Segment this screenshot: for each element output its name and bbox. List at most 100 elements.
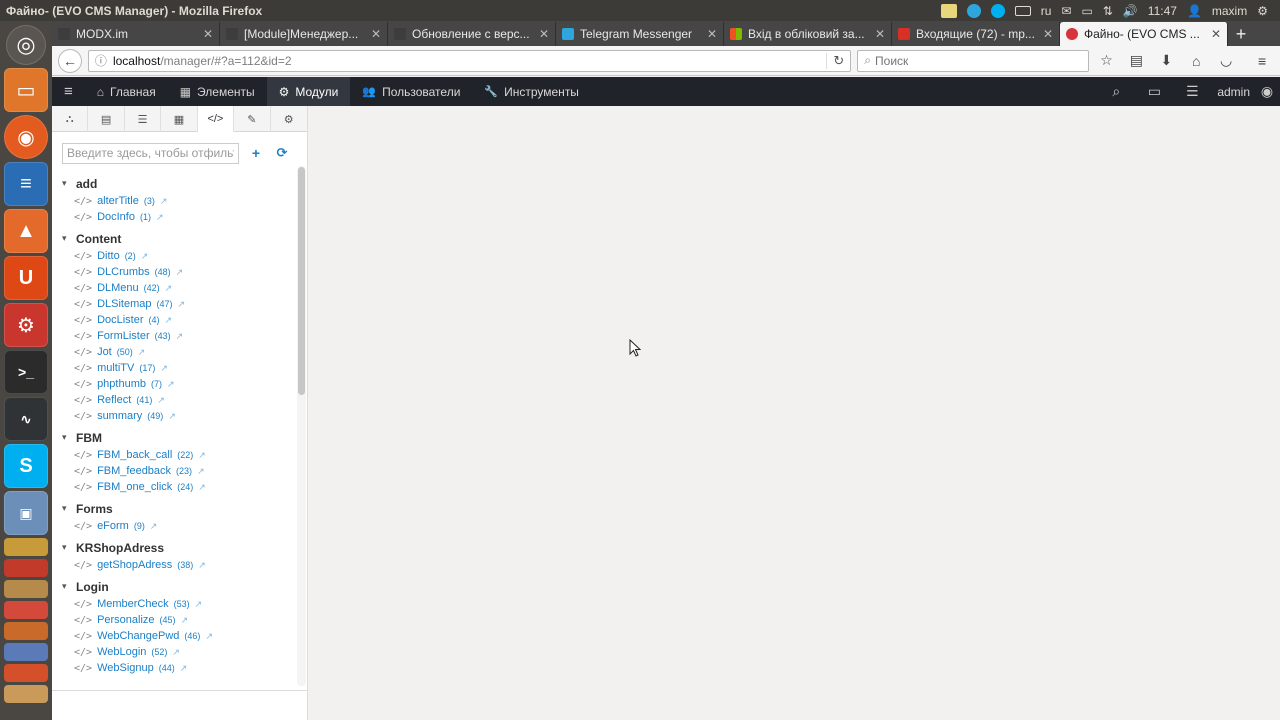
clock[interactable]: 11:47	[1148, 4, 1177, 18]
info-icon[interactable]: ⓘ	[95, 52, 107, 69]
snippet-name[interactable]: alterTitle	[97, 195, 139, 207]
tab-sitemap[interactable]: ⛬	[52, 106, 89, 132]
snippet-name[interactable]: DLCrumbs	[97, 266, 150, 278]
user-name[interactable]: maxim	[1212, 4, 1247, 18]
skype-tray-icon[interactable]	[990, 3, 1005, 18]
external-link-icon[interactable]: ↗	[157, 395, 165, 406]
external-link-icon[interactable]: ↗	[198, 450, 206, 461]
external-link-icon[interactable]: ↗	[150, 521, 158, 532]
external-link-icon[interactable]: ↗	[165, 315, 173, 326]
nav-home[interactable]: ⌂ Главная	[85, 77, 168, 106]
snippet-item[interactable]: </> eForm (9) ↗	[52, 518, 296, 534]
snippet-item[interactable]: </> DLCrumbs (48) ↗	[52, 264, 296, 280]
stacked-app-icon[interactable]	[4, 685, 48, 703]
nav-users[interactable]: 👥 Пользователи	[350, 77, 472, 106]
category-header[interactable]: ▾ FBM	[52, 428, 296, 447]
stacked-app-icon[interactable]	[4, 601, 48, 619]
external-link-icon[interactable]: ↗	[195, 599, 203, 610]
remote-desktop-icon[interactable]: ▣	[4, 491, 48, 535]
close-icon[interactable]: ✕	[371, 27, 381, 41]
system-monitor-icon[interactable]: ∿	[4, 397, 48, 441]
snippet-name[interactable]: Jot	[97, 346, 112, 358]
skype-icon[interactable]: S	[4, 444, 48, 488]
snippet-name[interactable]: FormLister	[97, 330, 150, 342]
close-icon[interactable]: ✕	[203, 27, 213, 41]
tree-scrollbar-thumb[interactable]	[298, 167, 305, 395]
snippet-name[interactable]: WebLogin	[97, 646, 146, 658]
search-bar[interactable]: ⌕	[857, 49, 1089, 72]
network-icon[interactable]: ⇅	[1103, 4, 1113, 18]
stacked-app-icon[interactable]	[4, 622, 48, 640]
snippet-item[interactable]: </> Ditto (2) ↗	[52, 248, 296, 264]
snippet-name[interactable]: eForm	[97, 520, 129, 532]
tab-templates[interactable]: ▤	[88, 106, 125, 132]
snippet-item[interactable]: </> WebLogin (52) ↗	[52, 644, 296, 660]
browser-tab[interactable]: Обновление с верс... ✕	[388, 22, 556, 46]
external-link-icon[interactable]: ↗	[176, 331, 184, 342]
snippet-item[interactable]: </> WebSignup (44) ↗	[52, 660, 296, 676]
external-link-icon[interactable]: ↗	[178, 299, 186, 310]
files-icon[interactable]: ▭	[4, 68, 48, 112]
snippet-name[interactable]: DLSitemap	[97, 298, 151, 310]
tab-snippets[interactable]: </>	[197, 106, 235, 132]
user-icon[interactable]: 👤	[1187, 4, 1202, 18]
snippet-item[interactable]: </> Jot (50) ↗	[52, 344, 296, 360]
download-icon[interactable]: ⬇	[1154, 50, 1178, 72]
keyboard-layout[interactable]: ru	[1041, 4, 1052, 18]
external-link-icon[interactable]: ↗	[180, 663, 188, 674]
snippet-name[interactable]: Ditto	[97, 250, 120, 262]
external-link-icon[interactable]: ↗	[138, 347, 146, 358]
snippet-name[interactable]: DLMenu	[97, 282, 139, 294]
snippet-name[interactable]: multiTV	[97, 362, 134, 374]
external-link-icon[interactable]: ↗	[168, 411, 176, 422]
terminal-icon[interactable]: >_	[4, 350, 48, 394]
mail-icon[interactable]	[940, 3, 957, 18]
battery-icon[interactable]: ▭	[1081, 4, 1092, 18]
browser-tab[interactable]: [Module]Менеджер... ✕	[220, 22, 388, 46]
snippet-item[interactable]: </> summary (49) ↗	[52, 408, 296, 424]
category-header[interactable]: ▾ KRShopAdress	[52, 538, 296, 557]
user-avatar-icon[interactable]: ◉	[1254, 83, 1280, 100]
snippet-item[interactable]: </> FormLister (43) ↗	[52, 328, 296, 344]
tab-tvs[interactable]: ☰	[125, 106, 162, 132]
close-icon[interactable]: ✕	[1211, 27, 1221, 41]
external-link-icon[interactable]: ↗	[172, 647, 180, 658]
desktop-icon[interactable]: ▭	[1135, 83, 1173, 100]
external-link-icon[interactable]: ↗	[156, 212, 164, 223]
external-link-icon[interactable]: ↗	[141, 251, 149, 262]
category-header[interactable]: ▾ add	[52, 174, 296, 193]
stacked-app-icon[interactable]	[4, 580, 48, 598]
nav-modules[interactable]: ⚙ Модули	[266, 77, 351, 106]
snippet-item[interactable]: </> FBM_feedback (23) ↗	[52, 463, 296, 479]
snippet-name[interactable]: Reflect	[97, 394, 131, 406]
external-link-icon[interactable]: ↗	[160, 196, 168, 207]
close-icon[interactable]: ✕	[707, 27, 717, 41]
bookmark-star-icon[interactable]: ☆	[1095, 50, 1119, 72]
add-snippet-button[interactable]: +	[247, 144, 265, 162]
stacked-app-icon[interactable]	[4, 664, 48, 682]
writer-icon[interactable]: ≡	[4, 162, 48, 206]
sliders-icon[interactable]: ☰	[1173, 83, 1211, 100]
tab-modules[interactable]: ⚙	[271, 106, 307, 132]
snippet-item[interactable]: </> Reflect (41) ↗	[52, 392, 296, 408]
reload-icon[interactable]: ↻	[826, 52, 844, 69]
tab-plugins[interactable]: ✎	[234, 106, 271, 132]
browser-tab[interactable]: Вхід в обліковий за... ✕	[724, 22, 892, 46]
close-icon[interactable]: ✕	[875, 27, 885, 41]
browser-tab[interactable]: Telegram Messenger ✕	[556, 22, 724, 46]
snippet-item[interactable]: </> Personalize (45) ↗	[52, 612, 296, 628]
reading-list-icon[interactable]: ▤	[1124, 50, 1148, 72]
search-icon[interactable]: ⌕	[1097, 83, 1135, 100]
telegram-icon[interactable]	[966, 3, 981, 18]
snippet-item[interactable]: </> FBM_one_click (24) ↗	[52, 479, 296, 495]
snippet-name[interactable]: Personalize	[97, 614, 154, 626]
new-tab-button[interactable]: +	[1228, 22, 1254, 46]
external-link-icon[interactable]: ↗	[176, 267, 184, 278]
stacked-app-icon[interactable]	[4, 559, 48, 577]
ubuntu-dash-icon[interactable]: ◎	[6, 25, 46, 65]
filter-input[interactable]	[62, 142, 239, 164]
refresh-button[interactable]: ⟳	[273, 144, 291, 162]
external-link-icon[interactable]: ↗	[160, 363, 168, 374]
snippet-name[interactable]: summary	[97, 410, 142, 422]
category-header[interactable]: ▾ Content	[52, 229, 296, 248]
